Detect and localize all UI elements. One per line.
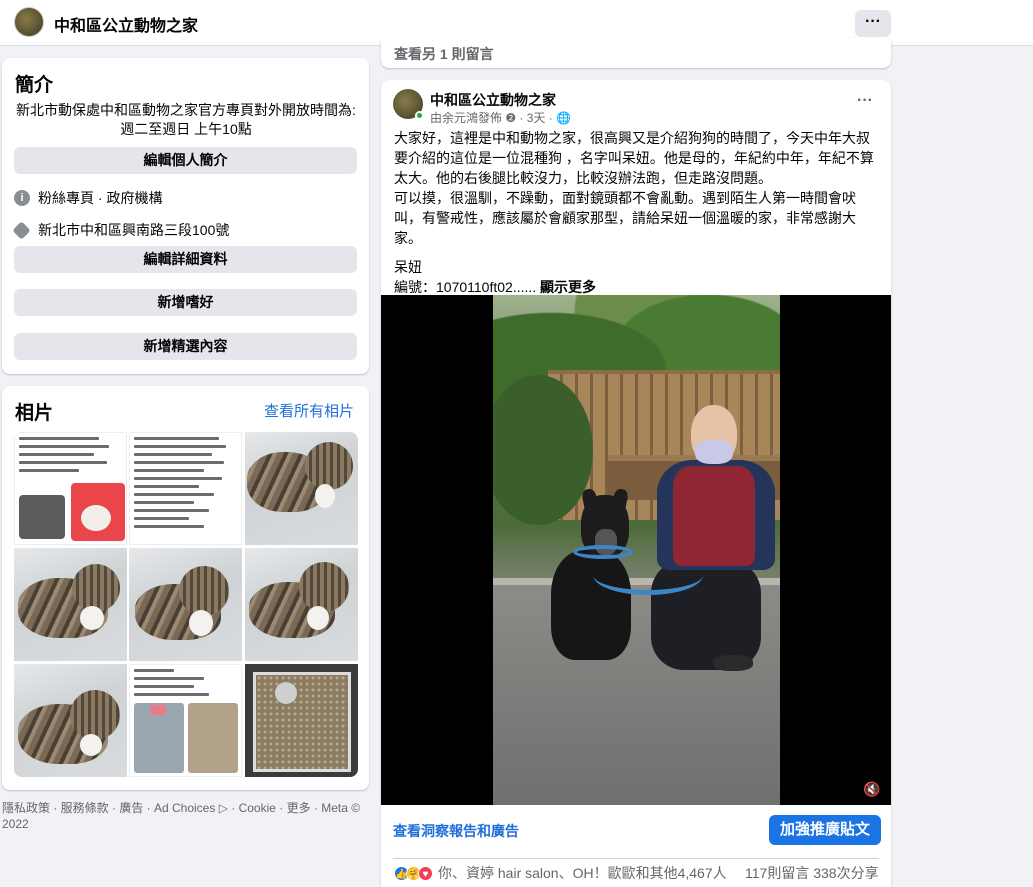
intro-heading: 簡介 (15, 75, 54, 96)
reactions-text: 你、資婷 hair salon、OH！歐歐和其他4,467人 (438, 865, 727, 881)
boost-post-button[interactable]: 加強推廣貼文 (769, 815, 881, 845)
divider (393, 858, 879, 859)
photo-grid (14, 432, 358, 777)
photos-card: 相片 查看所有相片 (2, 386, 369, 790)
address-text: 新北市中和區興南路三段100號 (38, 222, 230, 238)
dog-id-line: 編號：1070110ft02...... 顯示更多 (394, 277, 882, 297)
map-pin-icon (12, 220, 31, 240)
category-row: i 粉絲專頁 · 政府機構 (14, 188, 162, 208)
post-options-button[interactable]: ··· (857, 92, 873, 110)
info-icon: i (14, 190, 30, 206)
page-title[interactable]: 中和區公立動物之家 (54, 12, 198, 36)
photo-thumbnail[interactable] (245, 432, 358, 545)
video-frame (493, 295, 780, 805)
post-text: 大家好，這裡是中和動物之家，很高興又是介紹狗狗的時間了，今天中年大叔要介紹的這位… (394, 128, 882, 297)
more-options-button[interactable]: ··· (855, 10, 891, 37)
add-hobbies-button[interactable]: 新增嗜好 (14, 289, 357, 316)
intro-description: 新北市動保處中和區動物之家官方專頁對外開放時間為: 週二至週日 上午10點 (16, 102, 356, 137)
reactions-summary[interactable]: 👍🤗 ♥ 你、資婷 hair salon、OH！歐歐和其他4,467人 (394, 863, 727, 883)
photo-thumbnail[interactable] (129, 432, 242, 545)
photos-heading: 相片 (15, 403, 54, 424)
post-video[interactable]: 🔇 (381, 295, 891, 805)
photo-thumbnail[interactable] (129, 548, 242, 661)
see-all-photos-link[interactable]: 查看所有相片 (264, 400, 354, 421)
photo-thumbnail[interactable] (14, 664, 127, 777)
edit-bio-button[interactable]: 編輯個人簡介 (14, 147, 357, 174)
post-paragraph: 大家好，這裡是中和動物之家，很高興又是介紹狗狗的時間了，今天中年大叔要介紹的這位… (394, 130, 874, 186)
photo-thumbnail[interactable] (245, 548, 358, 661)
dog-id-text: 編號：1070110ft02...... (394, 279, 537, 295)
comment-share-counts[interactable]: 117則留言 338次分享 (745, 863, 879, 883)
post-author-name[interactable]: 中和區公立動物之家 (430, 90, 556, 110)
post-paragraph: 可以摸，很溫馴，不躁動，面對鏡頭都不會亂動。遇到陌生人第一時間會吠叫，有警戒性，… (394, 190, 856, 246)
edit-details-button[interactable]: 編輯詳細資料 (14, 246, 357, 273)
show-more-link[interactable]: 顯示更多 (540, 279, 596, 295)
dog-name-line: 呆妞 (394, 259, 422, 275)
photo-thumbnail[interactable] (14, 432, 127, 545)
mute-icon[interactable]: 🔇 (863, 781, 881, 797)
online-status-dot (415, 111, 424, 120)
view-more-comments-link[interactable]: 查看另 1 則留言 (394, 44, 494, 64)
page-avatar[interactable] (14, 7, 44, 37)
view-insights-link[interactable]: 查看洞察報告和廣告 (393, 821, 519, 841)
intro-card: 簡介 新北市動保處中和區動物之家官方專頁對外開放時間為: 週二至週日 上午10點… (2, 58, 369, 374)
post-meta[interactable]: 由余元鴻發佈 ❷ · 3天 · 🌐 (430, 109, 571, 126)
footer-links[interactable]: 隱私政策 · 服務條款 · 廣告 · Ad Choices ▷ · Cookie… (2, 800, 369, 832)
photo-thumbnail[interactable] (14, 548, 127, 661)
video-person (633, 400, 780, 690)
photo-thumbnail[interactable] (245, 664, 358, 777)
previous-comments-card: 查看另 1 則留言 (381, 38, 891, 68)
love-reaction-icon: ♥ (418, 865, 433, 881)
address-row: 新北市中和區興南路三段100號 (12, 220, 230, 240)
photo-thumbnail[interactable] (129, 664, 242, 777)
video-leash (593, 555, 703, 595)
category-text: 粉絲專頁 · 政府機構 (38, 190, 163, 206)
post-card: 中和區公立動物之家 由余元鴻發佈 ❷ · 3天 · 🌐 ··· 大家好，這裡是中… (381, 80, 891, 887)
add-featured-button[interactable]: 新增精選內容 (14, 333, 357, 360)
